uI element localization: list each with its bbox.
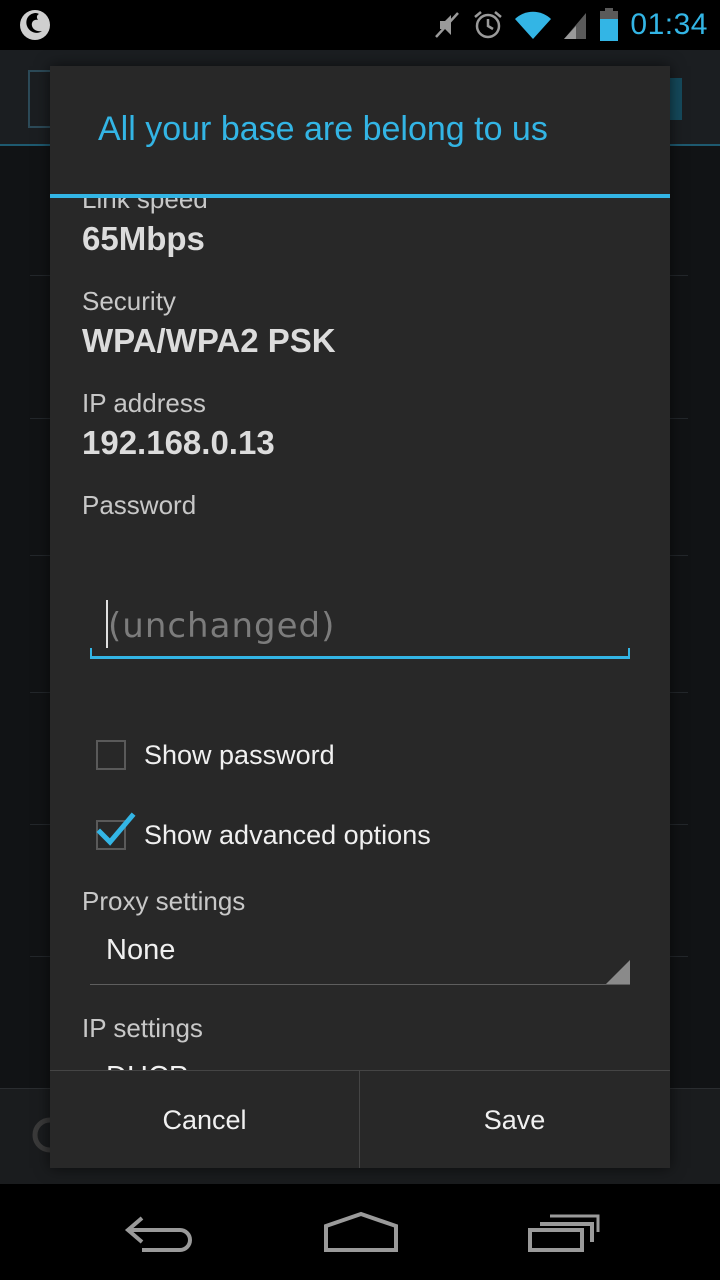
dialog-title-bar: All your base are belong to us	[50, 66, 670, 198]
alarm-icon	[474, 11, 503, 39]
show-advanced-checkbox[interactable]	[96, 812, 136, 850]
show-password-checkbox[interactable]	[96, 740, 126, 770]
status-icons: 01:34	[432, 6, 708, 44]
wifi-icon	[515, 11, 552, 39]
ip-settings-spinner[interactable]: DHCP	[90, 1053, 630, 1070]
battery-icon	[600, 8, 619, 41]
proxy-settings-value: None	[106, 934, 176, 966]
checkmark-icon	[96, 812, 136, 846]
link-speed-label: Link speed	[82, 198, 208, 214]
signal-icon	[564, 13, 587, 39]
security-value: WPA/WPA2 PSK	[82, 322, 336, 359]
dialog-content[interactable]: Link speed 65Mbps Security WPA/WPA2 PSK …	[50, 198, 670, 1070]
password-label: Password	[82, 490, 197, 520]
password-input[interactable]: (unchanged)	[90, 596, 630, 659]
navigation-bar	[0, 1184, 720, 1280]
ip-address-label: IP address	[82, 388, 206, 418]
back-icon[interactable]	[114, 1204, 204, 1260]
status-bar: 01:34	[0, 0, 720, 50]
muted-icon	[435, 12, 460, 38]
show-advanced-checkbox-row[interactable]: Show advanced options	[96, 812, 431, 857]
background-action-button	[670, 78, 682, 120]
password-placeholder: (unchanged)	[108, 606, 336, 646]
recent-apps-icon[interactable]	[518, 1204, 608, 1260]
show-advanced-label: Show advanced options	[144, 819, 431, 850]
proxy-settings-spinner[interactable]: None	[90, 926, 630, 985]
dialog-title: All your base are belong to us	[98, 110, 548, 148]
firefox-icon	[20, 10, 50, 40]
show-password-checkbox-row[interactable]: Show password	[96, 733, 335, 777]
ip-address-value: 192.168.0.13	[82, 424, 275, 461]
proxy-settings-label: Proxy settings	[82, 886, 246, 916]
cancel-button[interactable]: Cancel	[50, 1071, 359, 1168]
link-speed-value: 65Mbps	[82, 220, 205, 257]
show-password-label: Show password	[144, 739, 335, 770]
ip-settings-label: IP settings	[82, 1013, 203, 1043]
home-icon[interactable]	[316, 1204, 406, 1260]
dialog-button-bar: Cancel Save	[50, 1070, 670, 1168]
security-label: Security	[82, 286, 176, 316]
wifi-network-dialog: All your base are belong to us Link spee…	[50, 66, 670, 1168]
save-button[interactable]: Save	[360, 1071, 669, 1168]
dropdown-triangle-icon	[606, 960, 630, 984]
status-time: 01:34	[630, 8, 708, 41]
ip-settings-value: DHCP	[106, 1061, 188, 1070]
